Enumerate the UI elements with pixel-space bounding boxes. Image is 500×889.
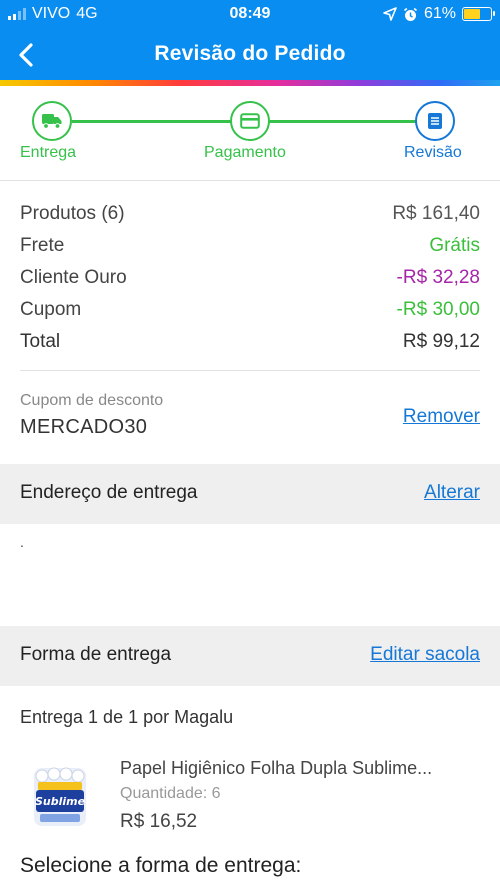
summary-value: -R$ 30,00 (396, 299, 480, 320)
summary-row-cliente-ouro: Cliente Ouro -R$ 32,28 (20, 262, 480, 294)
step-label-revisao: Revisão (404, 144, 462, 161)
alarm-icon (403, 7, 417, 21)
change-address-link[interactable]: Alterar (424, 482, 480, 504)
summary-value: -R$ 32,28 (396, 267, 480, 288)
address-content: . (0, 524, 500, 626)
choose-shipping-title: Selecione a forma de entrega: (20, 854, 302, 877)
status-right: 61% (383, 5, 495, 23)
battery-percent: 61% (423, 5, 456, 22)
address-text: . (20, 534, 24, 550)
address-section-header: Endereço de entrega Alterar (0, 464, 500, 524)
step-entrega[interactable] (32, 101, 72, 141)
step-connector (268, 120, 416, 123)
divider (20, 370, 480, 371)
summary-value: Grátis (429, 235, 480, 256)
app-header: Revisão do Pedido (0, 30, 500, 80)
product-brand-text: Sublime (35, 795, 86, 808)
product-name[interactable]: Papel Higiênico Folha Dupla Sublime... (120, 758, 480, 779)
battery-icon (462, 7, 495, 21)
shipping-section-header: Forma de entrega Editar sacola (0, 626, 500, 686)
product-quantity: Quantidade: 6 (120, 785, 221, 802)
battery-level (464, 9, 480, 19)
location-arrow-icon (383, 7, 397, 21)
summary-label: Produtos (6) (20, 203, 125, 224)
document-icon (428, 113, 442, 129)
summary-label: Cupom (20, 299, 82, 320)
delivery-seller: por Magalu (138, 707, 234, 727)
truck-icon (42, 114, 62, 129)
step-connector (72, 120, 232, 123)
coupon-code: MERCADO30 (20, 416, 148, 438)
summary-row-total: Total R$ 99,12 (20, 326, 480, 358)
summary-label: Total (20, 331, 61, 352)
shipping-title: Forma de entrega (20, 644, 172, 665)
product-price: R$ 16,52 (120, 811, 198, 832)
divider (0, 180, 500, 181)
chevron-left-icon[interactable] (12, 40, 42, 70)
order-summary: Produtos (6) R$ 161,40 Frete Grátis Clie… (20, 198, 480, 358)
summary-row-cupom: Cupom -R$ 30,00 (20, 294, 480, 326)
credit-card-icon (240, 113, 260, 129)
page-title: Revisão do Pedido (154, 42, 346, 65)
step-label-pagamento: Pagamento (204, 144, 286, 161)
edit-bag-link[interactable]: Editar sacola (370, 644, 480, 666)
summary-label: Cliente Ouro (20, 267, 127, 288)
summary-value: R$ 161,40 (392, 203, 480, 224)
step-revisao[interactable] (415, 101, 455, 141)
status-bar: VIVO 4G 08:49 61% (0, 0, 500, 30)
summary-row-produtos: Produtos (6) R$ 161,40 (20, 198, 480, 230)
coupon-label: Cupom de desconto (20, 392, 164, 409)
product-image: Sublime (34, 767, 86, 826)
step-label-entrega: Entrega (20, 144, 77, 161)
delivery-count: Entrega 1 de 1 (20, 707, 139, 727)
step-pagamento[interactable] (230, 101, 270, 141)
summary-label: Frete (20, 235, 65, 256)
address-title: Endereço de entrega (20, 482, 198, 503)
summary-value: R$ 99,12 (402, 331, 480, 352)
remove-coupon-link[interactable]: Remover (403, 406, 480, 428)
checkout-stepper: Entrega Pagamento Revisão (0, 86, 500, 180)
delivery-info: Entrega 1 de 1 por Magalu (20, 707, 233, 728)
summary-row-frete: Frete Grátis (20, 230, 480, 262)
